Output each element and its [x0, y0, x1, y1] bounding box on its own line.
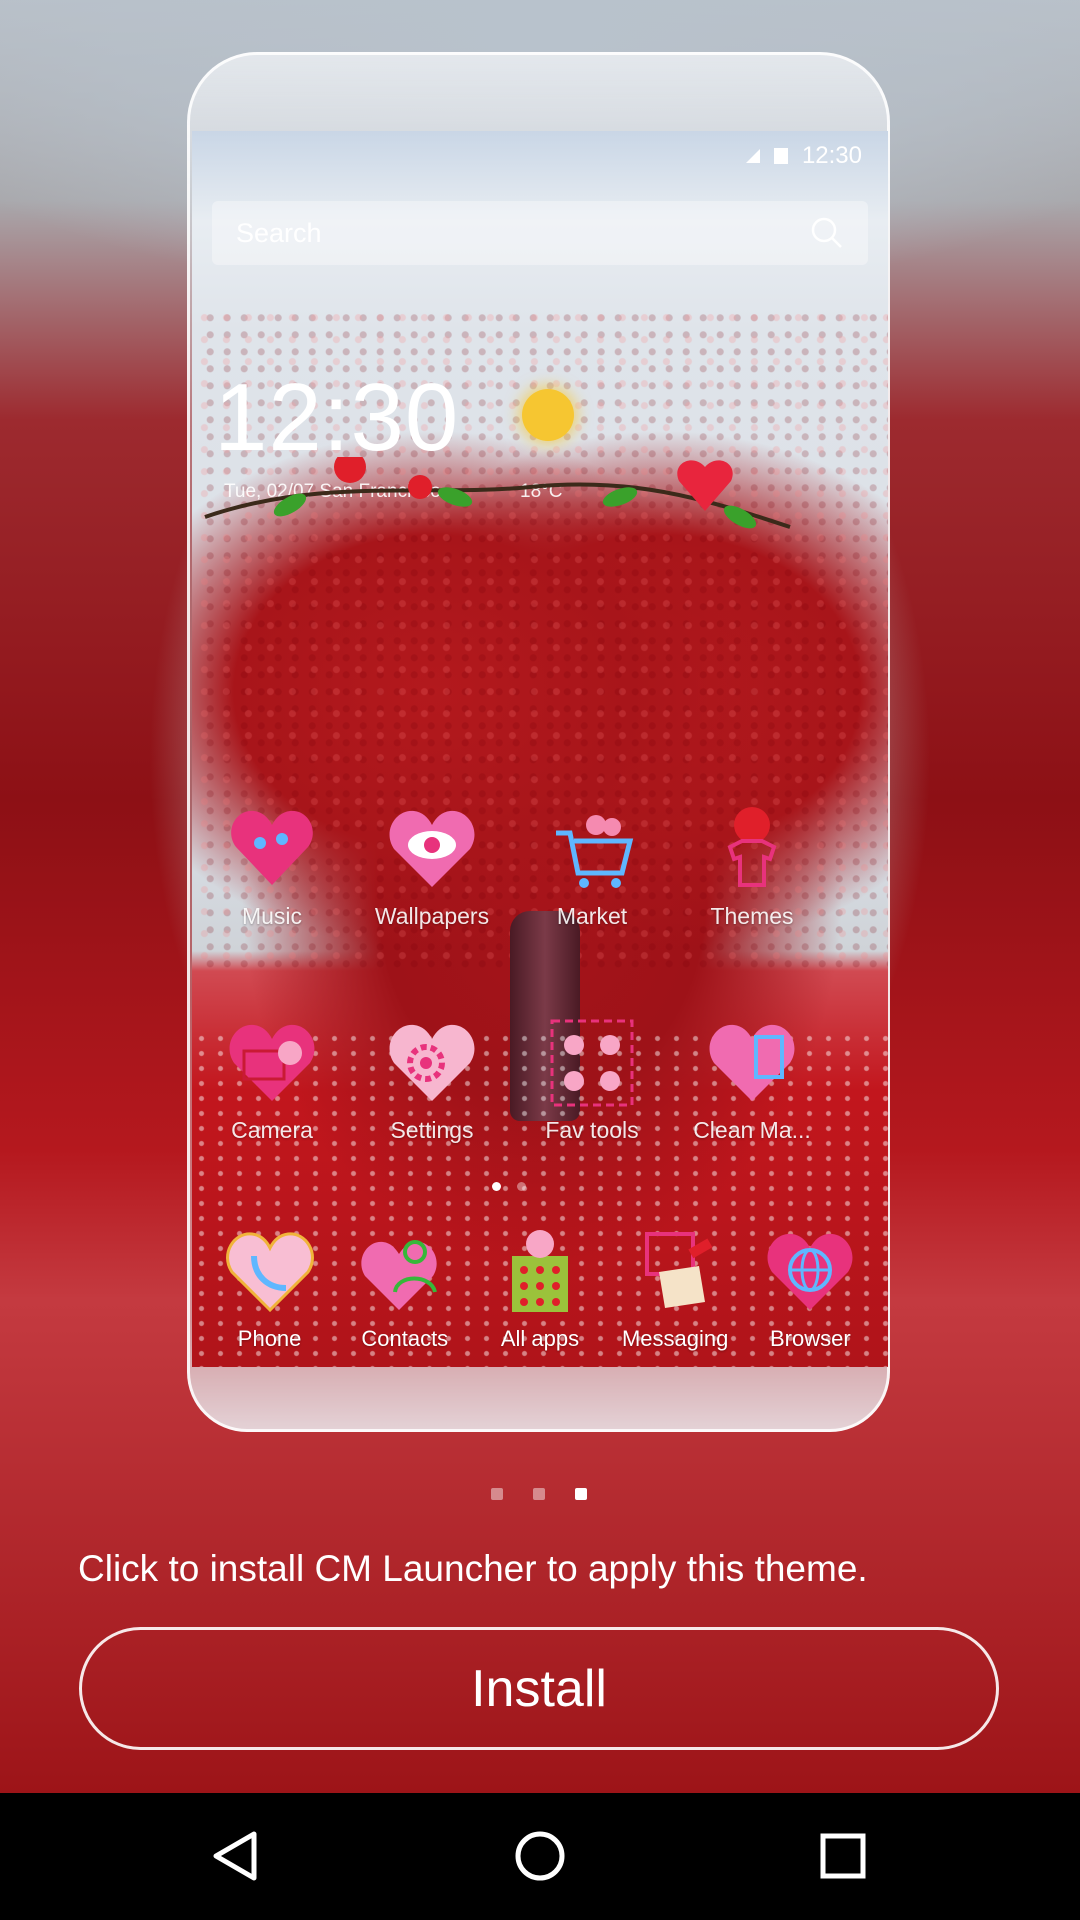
browser-icon [767, 1233, 853, 1310]
back-icon[interactable] [186, 1813, 286, 1899]
install-button[interactable]: Install [79, 1627, 999, 1750]
vine-decoration [204, 457, 791, 529]
music-icon [231, 810, 313, 885]
search-placeholder: Search [236, 217, 322, 248]
dock-label: Browser [770, 1326, 851, 1351]
app-label: Camera [231, 1117, 313, 1143]
contacts-icon [361, 1240, 437, 1310]
preview-page-dot[interactable] [491, 1488, 503, 1500]
navigation-bar [0, 1793, 1080, 1920]
app-market[interactable]: Market [512, 803, 672, 930]
app-label: Themes [710, 903, 794, 929]
home-page-dot [517, 1182, 526, 1191]
app-row-1: Music Wallpapers Market Themes [192, 803, 888, 930]
app-camera[interactable]: Camera [192, 1017, 352, 1144]
phone-icon [225, 1232, 314, 1313]
install-message: Click to install CM Launcher to apply th… [78, 1548, 868, 1589]
app-row-2: Camera Settings Fav tools Clean Ma... [192, 1017, 888, 1144]
camera-icon [229, 1024, 315, 1101]
status-bar: 12:30 [745, 141, 862, 171]
app-fav-tools[interactable]: Fav tools [512, 1017, 672, 1144]
app-wallpapers[interactable]: Wallpapers [352, 803, 512, 930]
dock: Phone Contacts All apps Messaging Browse… [192, 1226, 888, 1352]
search-icon[interactable] [810, 216, 844, 250]
app-themes[interactable]: Themes [672, 803, 832, 930]
weather-sun-icon [522, 389, 574, 441]
app-label: Market [556, 903, 628, 929]
settings-icon [389, 1024, 475, 1101]
fav-tools-icon [550, 1019, 634, 1107]
preview-page-indicator [491, 1488, 587, 1500]
dock-label: Messaging [621, 1326, 729, 1351]
search-bar[interactable]: Search [212, 201, 868, 265]
dock-browser[interactable]: Browser [745, 1226, 875, 1352]
recents-icon[interactable] [793, 1813, 893, 1899]
home-icon[interactable] [490, 1813, 590, 1899]
app-clean-master[interactable]: Clean Ma... [672, 1017, 832, 1144]
dock-label: Contacts [361, 1326, 449, 1351]
app-label: Music [241, 903, 303, 929]
market-icon [556, 815, 634, 888]
messaging-icon [645, 1232, 713, 1308]
app-label: Settings [390, 1117, 474, 1143]
all-apps-icon [511, 1230, 568, 1312]
dock-label: All apps [500, 1326, 580, 1351]
clean-master-icon [709, 1024, 795, 1101]
app-music[interactable]: Music [192, 803, 352, 930]
app-settings[interactable]: Settings [352, 1017, 512, 1144]
dock-messaging[interactable]: Messaging [610, 1226, 740, 1352]
battery-icon [773, 148, 788, 164]
dock-phone[interactable]: Phone [205, 1226, 335, 1352]
dock-all-apps[interactable]: All apps [475, 1226, 605, 1352]
home-page-dot-active [492, 1182, 501, 1191]
dock-label: Phone [237, 1326, 302, 1351]
themes-icon [727, 807, 777, 887]
status-time: 12:30 [801, 142, 862, 169]
app-label: Fav tools [545, 1117, 639, 1143]
home-page-indicator [492, 1182, 526, 1191]
theme-preview-screen: 12:30 Search 12:30 Tue, 02/07 San Franci… [192, 131, 888, 1367]
preview-page-dot-active[interactable] [575, 1488, 587, 1500]
wallpapers-icon [389, 810, 475, 887]
app-label: Wallpapers [374, 903, 490, 929]
preview-page-dot[interactable] [533, 1488, 545, 1500]
app-label: Clean Ma... [693, 1117, 811, 1143]
dock-contacts[interactable]: Contacts [340, 1226, 470, 1352]
signal-icon [745, 149, 760, 163]
